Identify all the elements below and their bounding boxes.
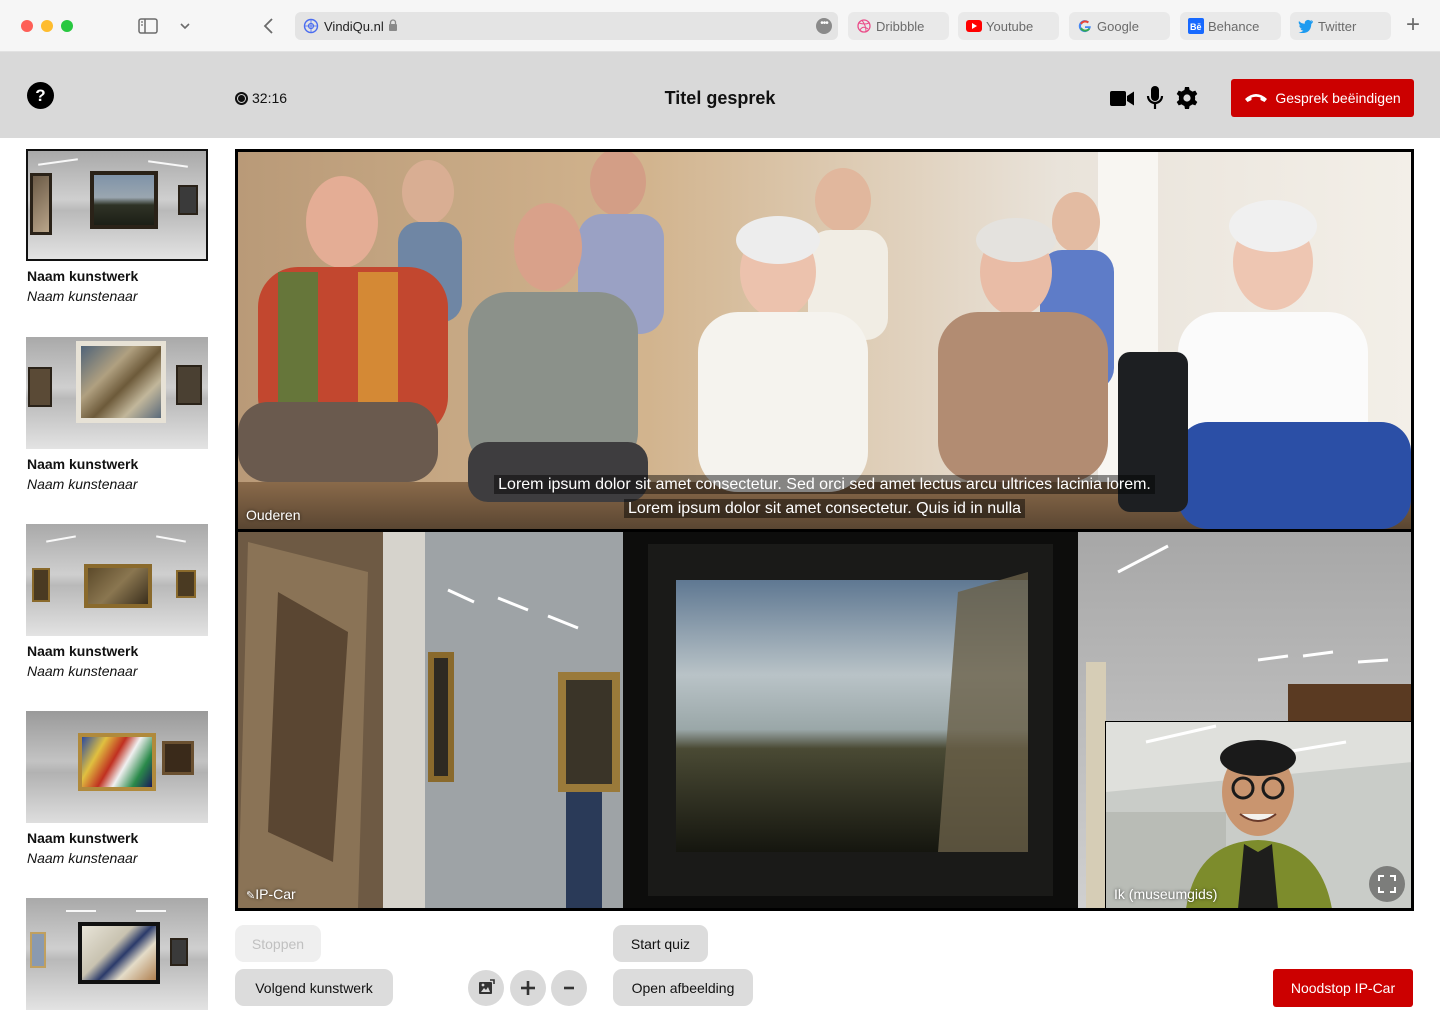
video-grid: Lorem ipsum dolor sit amet consectetur. … <box>235 149 1414 911</box>
hang-up-phone-icon <box>1245 94 1268 102</box>
browser-toolbar: VindiQu.nl ••• Dribbble Youtube Google B… <box>0 0 1440 52</box>
artwork-thumbnail <box>26 524 208 636</box>
zoom-out-icon <box>564 986 574 990</box>
subtitle-line: Lorem ipsum dolor sit amet consectetur. … <box>623 499 1026 518</box>
bookmark-label: Twitter <box>1318 18 1357 34</box>
dribbble-icon <box>856 18 872 34</box>
end-call-label: Gesprek beëindigen <box>1275 90 1401 106</box>
muted-mic-icon: ✎ <box>246 890 256 902</box>
bookmark-behance[interactable]: Bē Behance <box>1180 12 1281 40</box>
settings-gear-icon[interactable] <box>1175 85 1199 111</box>
artwork-artist: Naam kunstenaar <box>27 476 138 492</box>
bookmark-label: Google <box>1097 18 1139 34</box>
fullscreen-icon <box>1378 875 1396 893</box>
participant-label-self: Ik (museumgids) <box>1114 886 1218 902</box>
bookmark-label: Dribbble <box>876 18 925 34</box>
sidebar-toggle-icon[interactable] <box>137 14 159 38</box>
artwork-artist: Naam kunstenaar <box>27 288 138 304</box>
new-tab-plus-icon[interactable]: + <box>1402 13 1424 38</box>
artwork-artist: Naam kunstenaar <box>27 663 138 679</box>
end-call-button[interactable]: Gesprek beëindigen <box>1231 79 1414 117</box>
video-tile-ouderen[interactable]: Lorem ipsum dolor sit amet consectetur. … <box>238 152 1411 529</box>
bookmark-youtube[interactable]: Youtube <box>958 12 1059 40</box>
zoom-out-button[interactable] <box>551 970 587 1006</box>
zoom-in-button[interactable] <box>510 970 546 1006</box>
address-bar[interactable]: VindiQu.nl ••• <box>295 12 838 40</box>
call-header: ? 32:16 Titel gesprek Gesprek beëindigen <box>0 52 1440 138</box>
address-text: VindiQu.nl <box>324 18 384 34</box>
artwork-item[interactable]: Naam kunstwerk Naam kunstenaar <box>26 149 208 309</box>
zoom-in-icon <box>521 981 535 995</box>
emergency-stop-button[interactable]: Noodstop IP-Car <box>1273 969 1413 1007</box>
site-logo-icon <box>303 18 319 34</box>
artwork-item[interactable]: Naam kunstwerk Naam kunstenaar <box>26 711 208 871</box>
page-options-icon[interactable]: ••• <box>816 18 832 34</box>
artwork-item[interactable]: Naam kunstwerk Naam kunstenaar <box>26 337 208 497</box>
chevron-down-icon[interactable] <box>177 14 193 38</box>
google-icon <box>1077 18 1093 34</box>
artwork-name: Naam kunstwerk <box>27 830 139 846</box>
artwork-artist: Naam kunstenaar <box>27 850 138 866</box>
svg-text:Bē: Bē <box>1190 22 1202 32</box>
image-toggle-icon <box>479 979 495 994</box>
close-window-button[interactable] <box>21 20 33 32</box>
video-tile-self[interactable]: Ik (museumgids) <box>1105 721 1411 908</box>
call-title: Titel gesprek <box>664 88 776 108</box>
youtube-icon <box>966 18 982 34</box>
twitter-icon <box>1298 18 1314 34</box>
back-arrow-icon[interactable] <box>258 14 278 38</box>
open-image-button[interactable]: Open afbeelding <box>613 969 753 1006</box>
fullscreen-button[interactable] <box>1369 866 1405 902</box>
microphone-icon[interactable] <box>1144 85 1166 111</box>
bookmark-google[interactable]: Google <box>1069 12 1170 40</box>
video-camera-icon[interactable] <box>1109 85 1135 111</box>
image-toggle-button[interactable] <box>468 970 504 1006</box>
lock-icon <box>388 18 398 34</box>
bookmark-twitter[interactable]: Twitter <box>1290 12 1391 40</box>
next-artwork-button[interactable]: Volgend kunstwerk <box>235 969 393 1006</box>
artwork-thumbnail <box>26 149 208 261</box>
artwork-thumbnail <box>26 898 208 1010</box>
minimize-window-button[interactable] <box>41 20 53 32</box>
stop-button[interactable]: Stoppen <box>235 925 321 962</box>
artwork-name: Naam kunstwerk <box>27 268 139 284</box>
artwork-item[interactable] <box>26 898 208 1010</box>
bookmark-label: Youtube <box>986 18 1034 34</box>
live-subtitles: Lorem ipsum dolor sit amet consectetur. … <box>238 473 1411 521</box>
artwork-item[interactable]: Naam kunstwerk Naam kunstenaar <box>26 524 208 684</box>
maximize-window-button[interactable] <box>61 20 73 32</box>
participant-label-ip-car: ✎IP-Car <box>246 886 296 902</box>
artwork-name: Naam kunstwerk <box>27 456 139 472</box>
bookmark-label: Behance <box>1208 18 1260 34</box>
artwork-thumbnail <box>26 337 208 449</box>
start-quiz-button[interactable]: Start quiz <box>613 925 708 962</box>
artwork-thumbnail <box>26 711 208 823</box>
subtitle-line: Lorem ipsum dolor sit amet consectetur. … <box>494 475 1155 494</box>
bookmark-dribbble[interactable]: Dribbble <box>848 12 949 40</box>
participant-label-ouderen: Ouderen <box>246 507 301 523</box>
self-video-feed <box>1106 722 1411 908</box>
behance-icon: Bē <box>1188 18 1204 34</box>
artwork-name: Naam kunstwerk <box>27 643 139 659</box>
